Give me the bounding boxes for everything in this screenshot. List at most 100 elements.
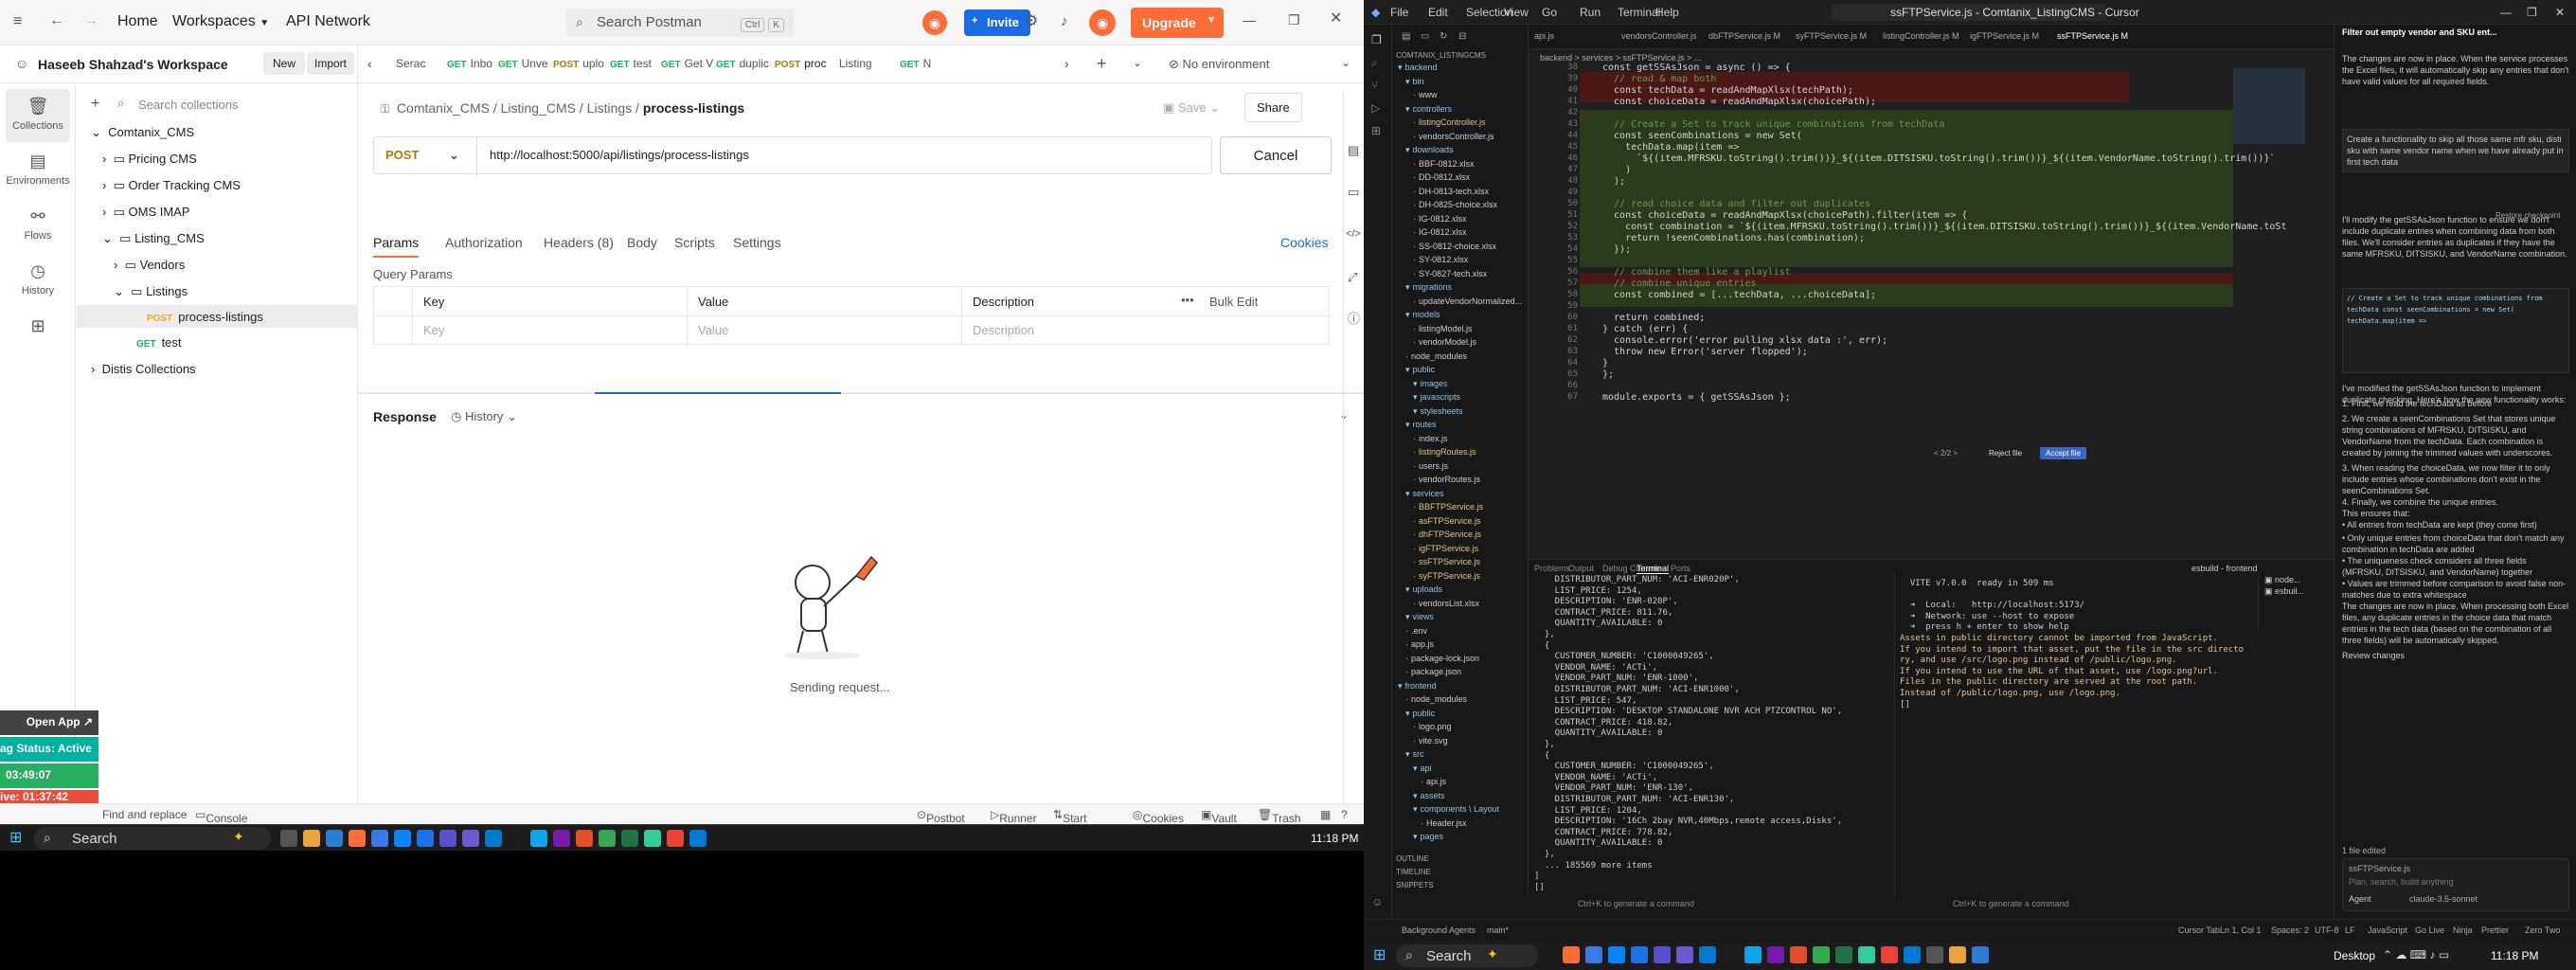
file-tree-item[interactable]: ▾ api (1413, 763, 1432, 774)
taskbar-app-icon[interactable] (1722, 946, 1739, 963)
key-input[interactable]: Key (423, 323, 444, 337)
related-icon[interactable]: ⤢ (1348, 271, 1357, 283)
file-tree-item[interactable]: · vendorModel.js (1413, 337, 1476, 347)
file-tree-item[interactable]: · node_modules (1405, 694, 1467, 704)
file-tree-item[interactable]: · SY-0812.xlsx (1413, 255, 1468, 264)
windows-start-icon[interactable]: ⊞ (1373, 948, 1386, 963)
file-tree-item[interactable]: · vendorRoutes.js (1413, 475, 1480, 484)
runner-button[interactable]: ▷ Runner (991, 808, 1037, 824)
taskbar-app-icon[interactable] (1972, 946, 1989, 963)
tree-item-pricing[interactable]: › ▭ Pricing CMS (102, 152, 197, 167)
terminal-list-item[interactable]: ▣ esbuil... (2264, 586, 2304, 597)
search-input[interactable]: ⌕ Search Postman Ctrl K (566, 9, 794, 37)
prettier[interactable]: Prettier (2481, 925, 2509, 935)
close-icon[interactable]: ✕ (2555, 6, 2565, 19)
file-tree-item[interactable]: ▾ assets (1413, 791, 1445, 801)
context-file-chip[interactable]: ssFTPService.js (2349, 863, 2576, 874)
file-tree-item[interactable]: · users.js (1413, 461, 1448, 471)
tree-item-test[interactable]: GET test (136, 335, 182, 350)
minimize-icon[interactable]: — (2500, 6, 2512, 19)
encoding[interactable]: UTF-8 (2315, 925, 2339, 935)
info-icon[interactable]: ⓘ (1348, 313, 1360, 325)
zoom[interactable]: Zero Two (2525, 925, 2560, 935)
taskbar-app-icon[interactable] (1813, 946, 1830, 963)
taskbar-app-icon[interactable] (349, 830, 366, 847)
cursor-position[interactable]: Ln 1, Col 1 (2220, 925, 2262, 935)
docs-icon[interactable]: ▤ (1348, 144, 1359, 156)
taskbar-app-icon[interactable] (1744, 946, 1762, 963)
chevron-right-icon[interactable]: › (1064, 57, 1069, 70)
file-tree-item[interactable]: · BBFTPService.js (1413, 502, 1483, 512)
trash-button[interactable]: 🗑 Trash (1258, 808, 1300, 824)
debug-icon[interactable]: ▷ (1371, 102, 1380, 114)
new-file-icon[interactable]: ▤ (1402, 32, 1410, 42)
vault-button[interactable]: ▣ Vault (1201, 808, 1237, 824)
new-button[interactable]: New (263, 52, 306, 75)
file-tree-item[interactable]: · igFTPService.js (1413, 544, 1478, 553)
taskbar-app-icon[interactable] (326, 830, 343, 847)
file-tree-item[interactable]: ▾ components \ Layout (1413, 804, 1499, 815)
taskbar-app-icon[interactable] (1676, 946, 1693, 963)
cookies-button[interactable]: ◎ Cookies (1133, 808, 1184, 824)
file-tree-item[interactable]: · app.js (1405, 639, 1434, 649)
upgrade-button[interactable]: Upgrade ▼ (1131, 8, 1224, 38)
file-tree-item[interactable]: · SY-0827-tech.xlsx (1413, 269, 1487, 278)
bell-icon[interactable]: ♪ (1061, 14, 1068, 28)
file-tree-item[interactable]: · package.json (1405, 667, 1461, 676)
file-tree-item[interactable]: · vendorsController.js (1413, 132, 1494, 141)
refresh-icon[interactable]: ↻ (1440, 32, 1447, 42)
file-tree-item[interactable]: · listingModel.js (1413, 324, 1473, 333)
nav-api-network[interactable]: API Network (286, 13, 370, 30)
tree-item-listings[interactable]: ⌄ ▭ Listings (114, 284, 188, 299)
rail-collections[interactable]: 🗑 Collections (6, 89, 70, 142)
history-button[interactable]: ◷ History ⌄ (451, 409, 517, 424)
background-agents[interactable]: Background Agents (1402, 925, 1476, 935)
menu-terminal[interactable]: Terminal (1618, 6, 1660, 19)
outline-section[interactable]: OUTLINE (1396, 854, 1429, 863)
file-tree-item[interactable]: ▾ migrations (1405, 282, 1452, 293)
help-icon[interactable]: ? (1341, 808, 1348, 821)
editor-tab[interactable]: syFTPService.js M (1796, 31, 1867, 41)
reject-file-button[interactable]: Reject file (1983, 447, 2028, 459)
chat-input[interactable]: ssFTPService.js Plan, search, build anyt… (2342, 858, 2569, 911)
request-title[interactable]: process-listings (643, 100, 744, 116)
taskbar-app-icon[interactable] (508, 830, 525, 847)
new-folder-icon[interactable]: ▭ (1421, 32, 1429, 42)
workspace-name[interactable]: Haseeb Shahzad's Workspace (38, 57, 228, 72)
taskbar-app-icon[interactable] (1904, 946, 1921, 963)
tab-request[interactable]: GET duplic (716, 57, 769, 70)
invite-button[interactable]: + Invite (964, 9, 1030, 36)
taskbar-app-icon[interactable] (644, 830, 661, 847)
collapse-all-icon[interactable]: ⊟ (1458, 32, 1466, 42)
method-select[interactable]: POST ⌄ (385, 148, 459, 163)
taskbar-app-icon[interactable] (1699, 946, 1716, 963)
language-mode[interactable]: JavaScript (2368, 925, 2407, 935)
maximize-icon[interactable]: ❐ (1288, 13, 1300, 27)
tree-item-distis[interactable]: › Distis Collections (91, 362, 196, 376)
file-tree-item[interactable]: · DD-0812.xlsx (1413, 172, 1470, 182)
git-branch[interactable]: main* (1487, 925, 1509, 935)
menu-help[interactable]: Help (1655, 6, 1679, 19)
account-icon[interactable]: ☺ (1371, 896, 1383, 907)
subtab-authorization[interactable]: Authorization (445, 235, 523, 250)
bulk-edit-button[interactable]: Bulk Edit (1209, 295, 1258, 309)
taskbar-app-icon[interactable] (621, 830, 638, 847)
files-icon[interactable]: ❐ (1371, 34, 1382, 45)
comments-icon[interactable]: ▭ (1348, 186, 1359, 198)
rail-environments[interactable]: ▤ Environments (6, 144, 70, 197)
file-tree-item[interactable]: · Header.jsx (1421, 818, 1467, 828)
maximize-icon[interactable]: ❐ (2527, 6, 2537, 19)
layout-icon[interactable]: ▦ (1320, 808, 1331, 821)
panel-tab-ports[interactable]: Ports (1671, 564, 1690, 573)
file-tree-item[interactable]: · logo.png (1413, 722, 1452, 731)
tab-request[interactable]: GET Get V (661, 57, 713, 70)
file-tree-item[interactable]: · listingRoutes.js (1413, 447, 1476, 457)
restore-checkpoint-button[interactable]: Restore checkpoint (2496, 210, 2571, 222)
taskbar-app-icon[interactable] (1563, 946, 1580, 963)
file-tree-item[interactable]: ▾ frontend (1398, 681, 1437, 692)
tree-item-root[interactable]: ⌄ Comtanix_CMS (91, 125, 194, 140)
editor-tab[interactable]: dbFTPService.js M (1708, 31, 1780, 41)
file-tree-item[interactable]: ▾ public (1405, 365, 1435, 375)
tab-request[interactable]: GET test (610, 57, 652, 70)
taskbar-search[interactable]: ⌕ Search (1396, 944, 1538, 967)
